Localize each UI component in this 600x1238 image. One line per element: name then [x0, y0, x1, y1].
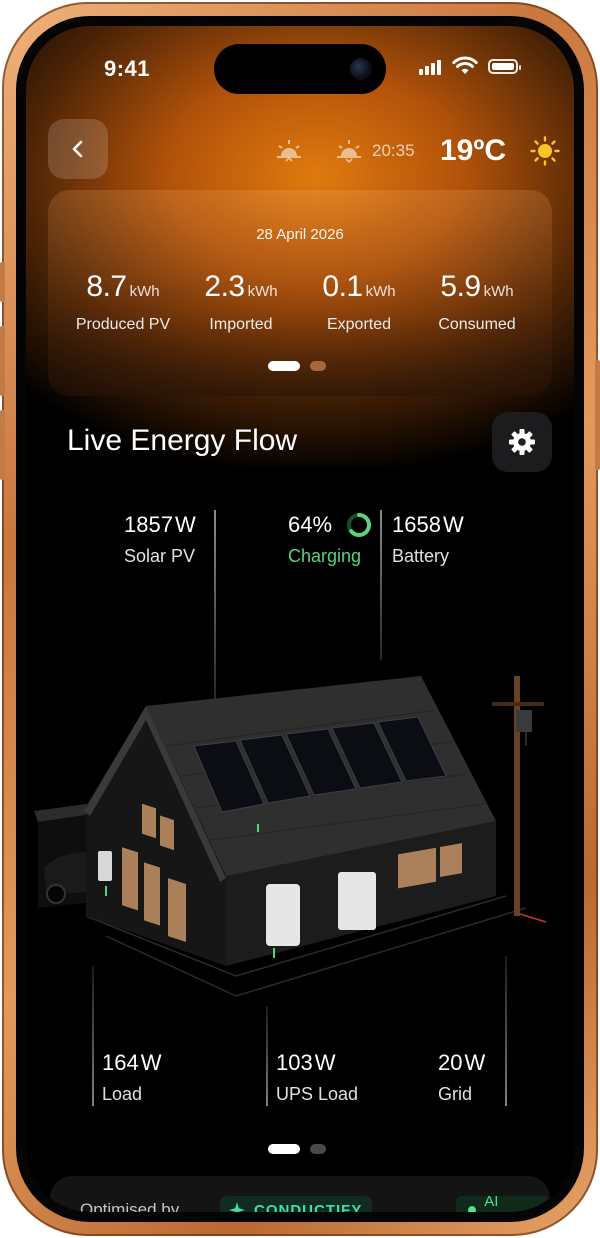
sunrise-icon — [277, 140, 301, 162]
grid-flow-line — [505, 956, 507, 1106]
stat-value: 2.3 — [204, 270, 245, 303]
page-dot[interactable] — [310, 361, 326, 371]
solar-value: 1857 — [124, 512, 173, 537]
optimised-by-label: Optimised by — [80, 1200, 180, 1212]
ups-value: 103 — [276, 1050, 313, 1075]
page-dot-active[interactable] — [268, 361, 300, 371]
ups-flow-line — [266, 1006, 268, 1106]
ai-status: AI Active — [484, 1193, 525, 1212]
camera-icon — [350, 58, 372, 80]
dynamic-island — [214, 44, 386, 94]
charge-status: Charging — [288, 546, 362, 566]
sunset-icon — [337, 140, 361, 164]
charge-percent: 64% — [288, 512, 333, 537]
battery-unit — [338, 872, 376, 930]
page-dot[interactable] — [310, 1144, 326, 1154]
stat-produced: 8.7 kWh Produced PV — [60, 270, 186, 334]
grid-value: 20 — [438, 1050, 463, 1075]
back-button[interactable] — [48, 119, 108, 179]
temperature: 19ºC — [440, 134, 506, 167]
stat-unit: kWh — [247, 283, 278, 300]
load-flow-line — [92, 966, 94, 1106]
sparkle-icon — [229, 1202, 245, 1212]
side-button — [0, 410, 5, 480]
load-unit: W — [140, 1050, 162, 1075]
charge-ring-icon — [347, 513, 371, 537]
ups-label: UPS Load — [276, 1084, 359, 1104]
screen: 9:41 20:35 19ºC 28 April 2026 8.7 kWh Pr… — [26, 26, 574, 1212]
section-title: Live Energy Flow — [67, 424, 298, 457]
solar-unit: W — [174, 512, 196, 537]
load-label: Load — [102, 1084, 143, 1104]
grid-label: Grid — [438, 1084, 473, 1104]
stat-value: 8.7 — [86, 270, 127, 303]
brand-name: CONDUCTIFY — [254, 1201, 363, 1213]
stat-label: Exported — [326, 316, 392, 333]
signal-icon — [419, 60, 441, 75]
stat-value: 0.1 — [322, 270, 363, 303]
ups-metric: 103W UPS Load — [276, 1050, 358, 1105]
chevron-left-icon — [72, 140, 83, 158]
gear-icon — [509, 429, 535, 455]
stat-unit: kWh — [129, 283, 160, 300]
side-button — [0, 262, 5, 302]
solar-metric: 1857W Solar PV — [124, 512, 196, 567]
battery-label: Battery — [392, 546, 450, 566]
utility-pole — [492, 676, 547, 923]
weather-row: 20:35 19ºC — [274, 134, 564, 168]
battery-icon — [488, 59, 521, 74]
daily-summary-card[interactable]: 28 April 2026 8.7 kWh Produced PV 2.3 kWh … — [48, 190, 552, 396]
inverter-unit — [266, 884, 300, 946]
solar-label: Solar PV — [124, 546, 196, 566]
stat-value: 5.9 — [440, 270, 481, 303]
summary-page-indicator[interactable] — [268, 361, 348, 371]
load-value: 164 — [102, 1050, 139, 1075]
house-illustration — [34, 676, 547, 997]
stat-label: Produced PV — [75, 316, 171, 333]
optimisation-card[interactable]: Optimised by CONDUCTIFY AI Active — [50, 1176, 550, 1212]
battery-unit: W — [442, 512, 464, 537]
stat-label: Imported — [209, 316, 273, 333]
ai-status-badge: AI Active — [456, 1193, 550, 1212]
settings-button[interactable] — [492, 412, 552, 472]
grid-unit: W — [464, 1050, 486, 1075]
stat-unit: kWh — [365, 283, 396, 300]
page-dot-active[interactable] — [268, 1144, 300, 1154]
stat-consumed: 5.9 kWh Consumed — [414, 270, 540, 334]
ups-unit: W — [314, 1050, 336, 1075]
stat-exported: 0.1 kWh Exported — [296, 270, 422, 334]
side-button — [595, 360, 600, 470]
summary-date: 28 April 2026 — [256, 226, 344, 243]
flow-page-indicator[interactable] — [268, 1144, 348, 1154]
status-bar: 9:41 — [26, 26, 574, 106]
battery-flow-line — [380, 510, 382, 660]
side-button — [0, 326, 5, 396]
battery-metric: 1658W Battery — [392, 512, 464, 567]
wifi-icon — [452, 56, 478, 74]
grid-metric: 20W Grid — [438, 1050, 485, 1105]
status-dot — [468, 1205, 477, 1212]
battery-value: 1658 — [392, 512, 441, 537]
status-time: 9:41 — [104, 56, 151, 81]
stat-imported: 2.3 kWh Imported — [178, 270, 304, 334]
load-metric: 164W Load — [102, 1050, 161, 1105]
sun-icon — [530, 136, 560, 166]
stat-unit: kWh — [483, 283, 514, 300]
stat-label: Consumed — [438, 316, 516, 333]
sunset-time: 20:35 — [372, 141, 415, 160]
charge-metric: 64% Charging — [288, 512, 371, 567]
brand-badge: CONDUCTIFY — [220, 1196, 373, 1213]
